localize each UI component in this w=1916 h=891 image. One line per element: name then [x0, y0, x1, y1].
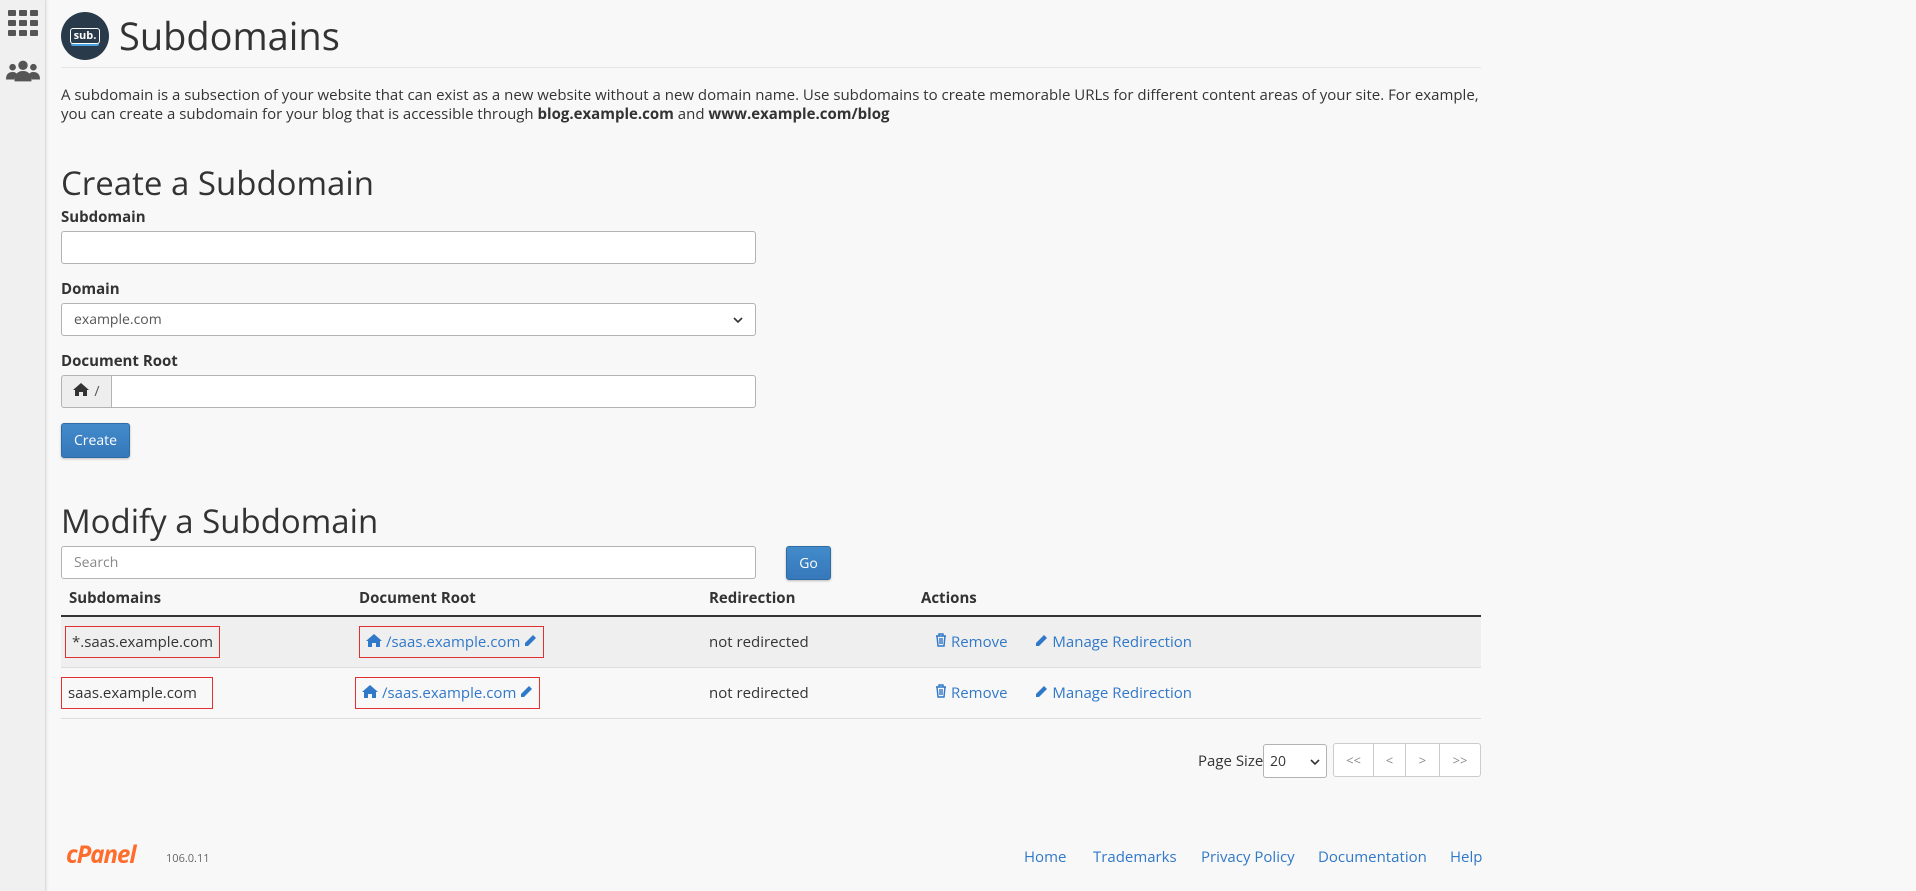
column-header-subdomains[interactable]: Subdomains	[61, 580, 351, 617]
logo-text: sub.	[69, 27, 101, 44]
docroot-input-group: /	[61, 375, 756, 408]
chevron-down-icon	[733, 310, 743, 329]
main-content: sub. Subdomains A subdomain is a subsect…	[61, 0, 1481, 124]
docroot-link[interactable]: /saas.example.com	[359, 625, 545, 658]
pencil-icon[interactable]	[520, 683, 533, 703]
docroot-addon: /	[61, 375, 111, 408]
docroot-label: Document Root	[61, 351, 178, 371]
go-button[interactable]: Go	[786, 546, 831, 580]
docroot-link[interactable]: /saas.example.com	[355, 676, 541, 709]
page-header: sub. Subdomains	[61, 0, 1481, 68]
home-icon	[362, 683, 378, 703]
next-page-button[interactable]: >	[1405, 743, 1440, 777]
search-input[interactable]: Search	[61, 546, 756, 579]
manage-redirection-link[interactable]: Manage Redirection	[1035, 632, 1192, 652]
redirection-cell: not redirected	[701, 616, 913, 668]
docroot-cell: /saas.example.com	[351, 667, 701, 719]
domain-select[interactable]: example.com	[61, 303, 756, 336]
domain-select-value: example.com	[74, 310, 162, 329]
docroot-text: /saas.example.com	[382, 682, 517, 703]
pencil-icon[interactable]	[524, 632, 537, 652]
page-description: A subdomain is a subsection of your webs…	[61, 86, 1481, 124]
search-placeholder: Search	[74, 553, 119, 572]
users-icon[interactable]	[6, 54, 40, 88]
table-header-row: Subdomains Document Root Redirection Act…	[61, 580, 1481, 617]
first-page-button[interactable]: <<	[1333, 743, 1374, 777]
description-example-2: www.example.com/blog	[708, 104, 890, 124]
page-size-select[interactable]: 20	[1263, 744, 1327, 778]
manage-redirection-label: Manage Redirection	[1052, 682, 1192, 703]
remove-label: Remove	[951, 682, 1008, 703]
actions-cell: Remove Manage Redirection	[913, 616, 1481, 668]
column-header-actions: Actions	[913, 580, 1481, 617]
table-row: *.saas.example.com /saas.example.com not…	[61, 616, 1481, 668]
home-icon	[73, 382, 90, 401]
remove-label: Remove	[951, 631, 1008, 652]
docroot-input[interactable]	[111, 375, 756, 408]
trash-icon	[935, 683, 947, 703]
docroot-prefix: /	[94, 382, 100, 401]
description-and: and	[673, 104, 709, 124]
footer-link-trademarks[interactable]: Trademarks	[1093, 847, 1177, 867]
version-text: 106.0.11	[166, 851, 210, 866]
subdomains-logo-icon: sub.	[61, 11, 109, 60]
subdomain-name: *.saas.example.com	[65, 625, 221, 658]
column-header-document-root[interactable]: Document Root	[351, 580, 701, 617]
modify-heading: Modify a Subdomain	[61, 498, 379, 543]
column-header-redirection[interactable]: Redirection	[701, 580, 913, 617]
last-page-button[interactable]: >>	[1439, 743, 1481, 777]
prev-page-button[interactable]: <	[1373, 743, 1406, 777]
docroot-cell: /saas.example.com	[351, 616, 701, 668]
left-sidebar	[0, 0, 46, 891]
subdomain-input[interactable]	[61, 231, 756, 264]
footer-link-privacy-policy[interactable]: Privacy Policy	[1201, 847, 1295, 867]
trash-icon	[935, 632, 947, 652]
subdomain-name: saas.example.com	[61, 676, 213, 709]
manage-redirection-link[interactable]: Manage Redirection	[1035, 683, 1192, 703]
page-size-label: Page Size	[1198, 751, 1264, 771]
table-row: saas.example.com /saas.example.com not r…	[61, 667, 1481, 719]
remove-link[interactable]: Remove	[935, 683, 1008, 703]
docroot-text: /saas.example.com	[386, 631, 521, 652]
chevron-down-icon	[1310, 752, 1320, 771]
subdomain-label: Subdomain	[61, 207, 146, 227]
pencil-icon	[1035, 683, 1048, 703]
footer-link-home[interactable]: Home	[1024, 847, 1066, 867]
home-icon	[366, 632, 382, 652]
footer-link-documentation[interactable]: Documentation	[1318, 847, 1427, 867]
remove-link[interactable]: Remove	[935, 632, 1008, 652]
subdomain-cell: *.saas.example.com	[61, 616, 351, 668]
domain-label: Domain	[61, 279, 120, 299]
footer-link-help[interactable]: Help	[1450, 847, 1482, 867]
actions-cell: Remove Manage Redirection	[913, 667, 1481, 719]
description-example-1: blog.example.com	[537, 104, 674, 124]
create-button[interactable]: Create	[61, 423, 130, 458]
subdomain-cell: saas.example.com	[61, 667, 351, 719]
page-title: Subdomains	[119, 9, 340, 62]
manage-redirection-label: Manage Redirection	[1052, 631, 1192, 652]
apps-grid-icon[interactable]	[6, 6, 40, 40]
pencil-icon	[1035, 632, 1048, 652]
page-size-value: 20	[1270, 751, 1287, 771]
subdomains-table: Subdomains Document Root Redirection Act…	[61, 580, 1481, 719]
cpanel-logo[interactable]: cPanel	[66, 838, 136, 871]
create-heading: Create a Subdomain	[61, 160, 374, 205]
redirection-cell: not redirected	[701, 667, 913, 719]
